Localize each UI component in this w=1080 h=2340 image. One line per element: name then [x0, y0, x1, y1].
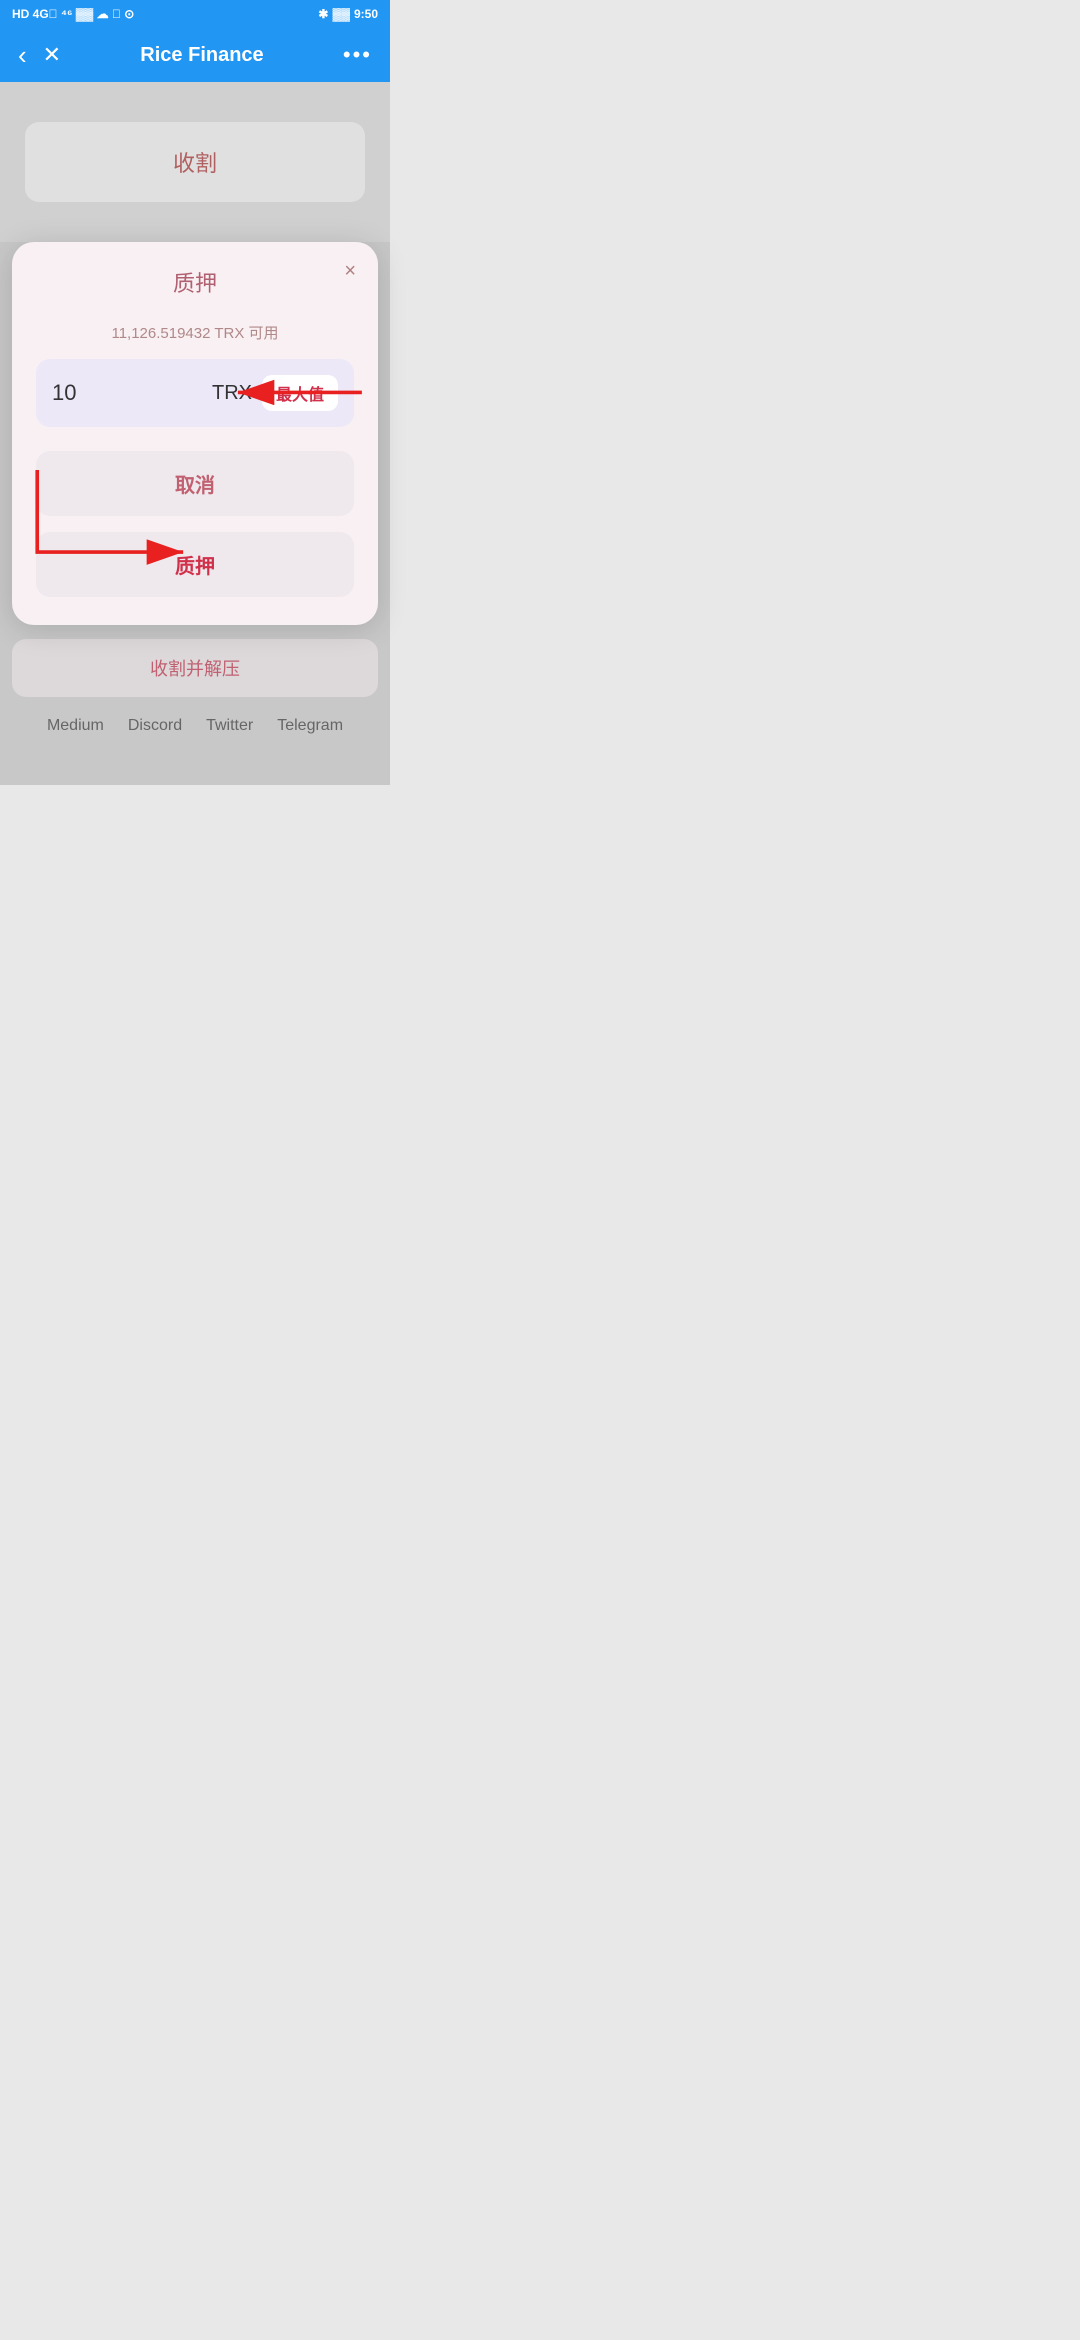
page-title: Rice Finance — [140, 44, 263, 67]
modal-close-button[interactable]: × — [344, 260, 356, 283]
battery-icon: ▓▓ — [332, 7, 350, 21]
confirm-pledge-button[interactable]: 质押 — [36, 532, 354, 597]
back-button[interactable]: ‹ — [18, 40, 27, 71]
status-left: HD 4G᪲ ⁴⁶ ▓▓ ☁ ⧖ ⊙ — [12, 7, 134, 21]
footer-twitter[interactable]: Twitter — [206, 717, 253, 735]
harvest-decompress-card[interactable]: 收割并解压 — [12, 639, 378, 697]
app-container: HD 4G᪲ ⁴⁶ ▓▓ ☁ ⧖ ⊙ ✱ ▓▓ 9:50 ‹ ✕ Rice Fi… — [0, 0, 390, 785]
harvest-card: 收割 — [25, 122, 365, 202]
footer-discord[interactable]: Discord — [128, 717, 182, 735]
status-bar: HD 4G᪲ ⁴⁶ ▓▓ ☁ ⧖ ⊙ ✱ ▓▓ 9:50 — [0, 0, 390, 28]
bg-top-content: 收割 — [0, 82, 390, 242]
status-icons: HD 4G᪲ ⁴⁶ ▓▓ ☁ ⧖ ⊙ — [12, 7, 134, 21]
currency-label: TRX — [212, 382, 252, 405]
status-right: ✱ ▓▓ 9:50 — [318, 7, 378, 21]
amount-value: 10 — [52, 380, 202, 406]
footer-links: Medium Discord Twitter Telegram — [0, 697, 390, 765]
app-header: ‹ ✕ Rice Finance ••• — [0, 28, 390, 82]
harvest-decompress-label: 收割并解压 — [150, 659, 240, 679]
max-value-button[interactable]: 最大值 — [262, 375, 338, 411]
cancel-button[interactable]: 取消 — [36, 451, 354, 516]
modal-overlay: × 质押 11,126.519432 TRX 可用 10 TRX 最大值 取消 … — [0, 242, 390, 785]
footer-medium[interactable]: Medium — [47, 717, 104, 735]
harvest-label: 收割 — [173, 146, 217, 178]
amount-input-row[interactable]: 10 TRX 最大值 — [36, 359, 354, 427]
modal-title: 质押 — [36, 266, 354, 298]
bottom-card-area: 收割并解压 — [0, 625, 390, 697]
balance-display: 11,126.519432 TRX 可用 — [36, 322, 354, 343]
bluetooth-icon: ✱ — [318, 7, 328, 21]
close-button[interactable]: ✕ — [43, 42, 61, 68]
modal-dialog: × 质押 11,126.519432 TRX 可用 10 TRX 最大值 取消 … — [12, 242, 378, 625]
menu-button[interactable]: ••• — [343, 42, 372, 68]
footer-telegram[interactable]: Telegram — [277, 717, 343, 735]
time-display: 9:50 — [354, 7, 378, 21]
